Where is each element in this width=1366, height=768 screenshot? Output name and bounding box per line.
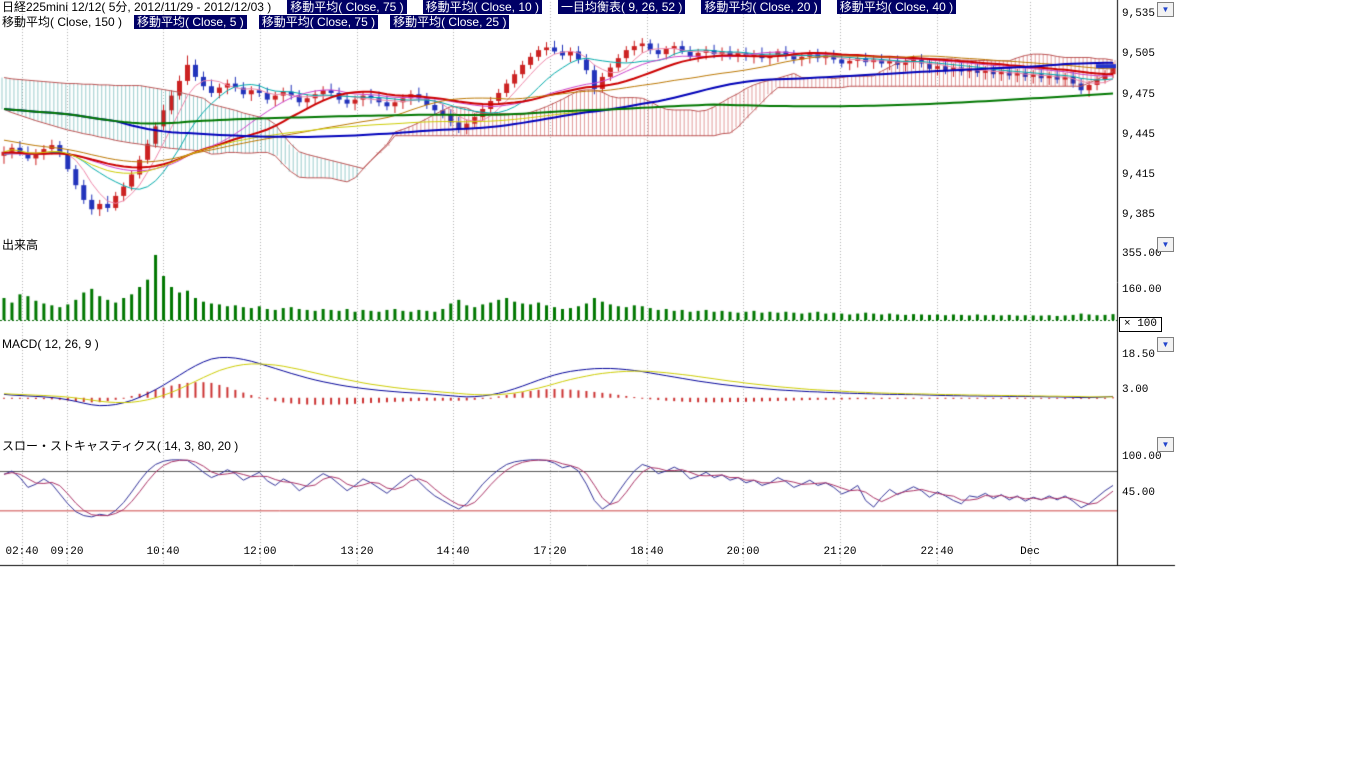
chevron-down-icon: ▼ [1162, 5, 1170, 14]
indicator-legend-item[interactable]: 移動平均( Close, 40 ) [837, 0, 956, 14]
indicator-legend-item[interactable]: 移動平均( Close, 150 ) [2, 15, 122, 29]
chart-title: 日経225mini 12/12( 5分, 2012/11/29 - 2012/1… [2, 0, 271, 14]
indicator-legend-item[interactable]: 移動平均( Close, 75 ) [287, 0, 406, 14]
indicator-legend-item[interactable]: 移動平均( Close, 75 ) [259, 15, 378, 29]
indicator-legend-item[interactable]: 移動平均( Close, 25 ) [390, 15, 509, 29]
chevron-down-icon: ▼ [1162, 340, 1170, 349]
trading-chart-screen: 日経225mini 12/12( 5分, 2012/11/29 - 2012/1… [0, 0, 1366, 768]
stochastics-panel-dropdown-button[interactable]: ▼ [1157, 437, 1174, 452]
indicator-legend-item[interactable]: 移動平均( Close, 5 ) [134, 15, 247, 29]
time-axis-label: 18:40 [623, 546, 671, 558]
indicator-legend-item[interactable]: 移動平均( Close, 10 ) [423, 0, 542, 14]
axis-tick-label: 9,505 [1122, 48, 1155, 60]
time-axis-label: 12:00 [236, 546, 284, 558]
volume-panel-dropdown-button[interactable]: ▼ [1157, 237, 1174, 252]
indicator-legend-item[interactable]: 移動平均( Close, 20 ) [701, 0, 820, 14]
axis-tick-label: 9,475 [1122, 89, 1155, 101]
time-axis-label: 10:40 [139, 546, 187, 558]
macd-panel-dropdown-button[interactable]: ▼ [1157, 337, 1174, 352]
axis-tick-label: 9,445 [1122, 129, 1155, 141]
axis-tick-label: 9,535 [1122, 8, 1155, 20]
time-axis-label: 20:00 [719, 546, 767, 558]
axis-tick-label: 45.00 [1122, 487, 1155, 499]
time-axis-label: 22:40 [913, 546, 961, 558]
axis-tick-label: 160.00 [1122, 284, 1162, 296]
volume-multiplier-badge: × 100 [1119, 317, 1162, 332]
price-panel-dropdown-button[interactable]: ▼ [1157, 2, 1174, 17]
chevron-down-icon: ▼ [1162, 240, 1170, 249]
axis-tick-label: 18.50 [1122, 349, 1155, 361]
time-axis-label: 17:20 [526, 546, 574, 558]
indicator-legend-row-1: 日経225mini 12/12( 5分, 2012/11/29 - 2012/1… [2, 0, 956, 14]
axis-tick-label: 3.00 [1122, 384, 1148, 396]
time-axis-label: 21:20 [816, 546, 864, 558]
axis-tick-label: 355.00 [1122, 248, 1162, 260]
stochastics-panel-label: スロー・ストキャスティクス( 14, 3, 80, 20 ) [2, 437, 238, 454]
time-axis-label: Dec [1006, 546, 1054, 558]
macd-panel-label: MACD( 12, 26, 9 ) [2, 337, 99, 351]
indicator-legend-row-2: 移動平均( Close, 150 ) 移動平均( Close, 5 ) 移動平均( … [2, 15, 509, 29]
time-axis-label: 13:20 [333, 546, 381, 558]
time-axis-label: 09:20 [43, 546, 91, 558]
axis-tick-label: 100.00 [1122, 451, 1162, 463]
axis-tick-label: 9,415 [1122, 169, 1155, 181]
time-axis-label: 02:40 [0, 546, 46, 558]
chevron-down-icon: ▼ [1162, 440, 1170, 449]
indicator-legend-item[interactable]: 一目均衡表( 9, 26, 52 ) [558, 0, 685, 14]
time-axis-label: 14:40 [429, 546, 477, 558]
axis-tick-label: 9,385 [1122, 209, 1155, 221]
volume-panel-label: 出来高 [2, 236, 38, 253]
chart-canvas[interactable] [0, 0, 1176, 570]
